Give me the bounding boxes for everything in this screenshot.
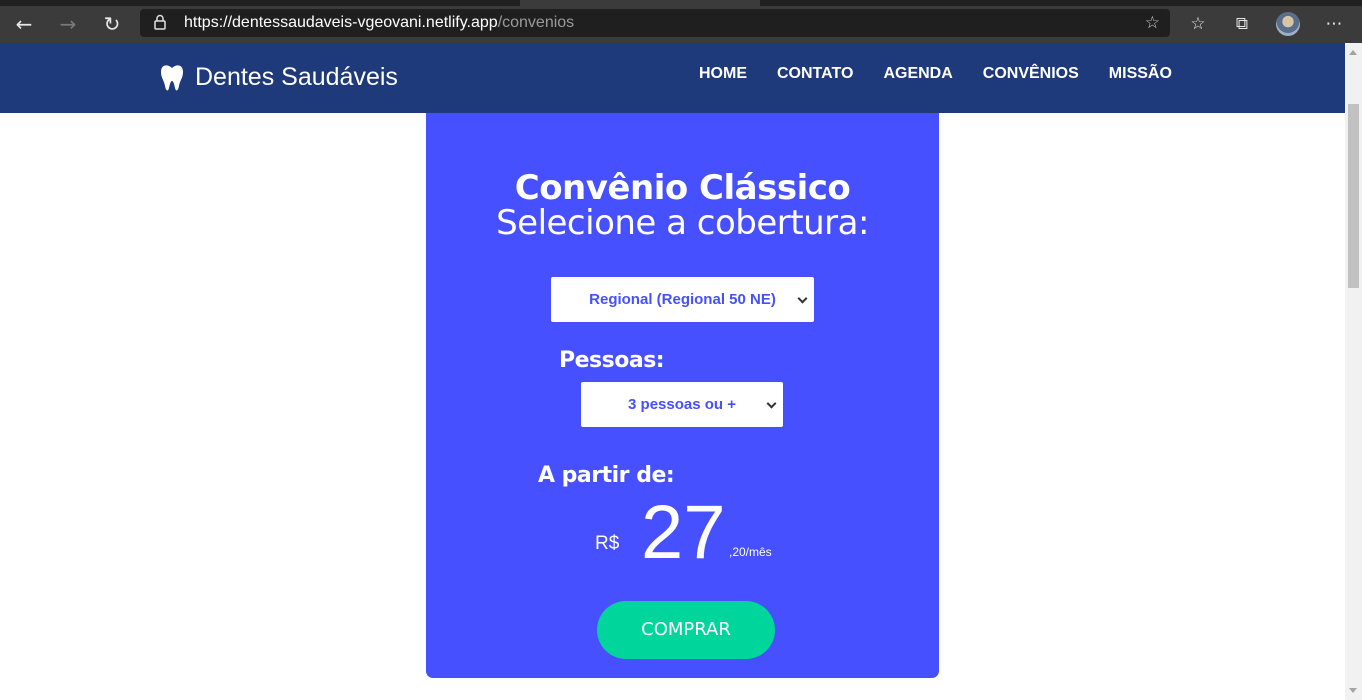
- buy-button[interactable]: COMPRAR: [597, 601, 775, 659]
- site-header: Dentes Saudáveis HOME CONTATO AGENDA CON…: [0, 43, 1345, 113]
- price-from-label: A partir de:: [538, 463, 675, 488]
- price-currency: R$: [595, 533, 620, 554]
- nav-home[interactable]: HOME: [699, 65, 747, 83]
- nav-contato[interactable]: CONTATO: [777, 65, 853, 83]
- tooth-icon: [161, 64, 183, 90]
- add-favorite-icon[interactable]: ☆: [1145, 13, 1160, 33]
- url-path: /convenios: [497, 14, 575, 31]
- scroll-thumb[interactable]: [1348, 104, 1359, 288]
- profile-avatar[interactable]: [1276, 12, 1300, 36]
- url-text: https://dentessaudaveis-vgeovani.netlify…: [184, 14, 574, 32]
- price-decimal: ,20/mês: [729, 545, 772, 559]
- nav-agenda[interactable]: AGENDA: [883, 65, 952, 83]
- page-scrollbar[interactable]: [1345, 43, 1362, 700]
- plan-card: Convênio Clássico Selecione a cobertura:…: [426, 113, 939, 678]
- tab-strip: [0, 0, 1362, 6]
- back-arrow-icon[interactable]: ←: [10, 10, 38, 38]
- coverage-select[interactable]: Regional (Regional 50 NE): [551, 277, 814, 322]
- chevron-down-icon: [797, 293, 808, 304]
- coverage-select-value: Regional (Regional 50 NE): [589, 291, 776, 308]
- collections-icon[interactable]: ⧉: [1228, 10, 1256, 38]
- people-label: Pessoas:: [559, 348, 665, 373]
- nav-convenios[interactable]: CONVÊNIOS: [983, 65, 1079, 83]
- favorites-icon[interactable]: ☆: [1184, 10, 1212, 38]
- more-icon[interactable]: ⋯: [1320, 10, 1348, 38]
- nav-missao[interactable]: MISSÃO: [1109, 65, 1172, 83]
- scroll-down-icon[interactable]: [1349, 688, 1357, 693]
- browser-toolbar: ← → ↻ https://dentessaudaveis-vgeovani.n…: [0, 0, 1362, 43]
- forward-arrow-icon[interactable]: →: [54, 10, 82, 38]
- chevron-down-icon: [766, 398, 777, 409]
- plan-subtitle: Selecione a cobertura:: [496, 203, 869, 243]
- brand-name: Dentes Saudáveis: [195, 63, 398, 91]
- address-bar[interactable]: https://dentessaudaveis-vgeovani.netlify…: [140, 9, 1170, 37]
- plan-title: Convênio Clássico: [514, 168, 851, 208]
- main-nav: HOME CONTATO AGENDA CONVÊNIOS MISSÃO: [699, 65, 1202, 83]
- people-select-value: 3 pessoas ou +: [628, 396, 736, 413]
- lock-icon: [154, 14, 166, 30]
- price-integer: 27: [641, 490, 726, 575]
- url-host: https://dentessaudaveis-vgeovani.netlify…: [184, 14, 498, 31]
- refresh-icon[interactable]: ↻: [98, 10, 126, 38]
- brand-link[interactable]: Dentes Saudáveis: [160, 63, 398, 92]
- active-tab[interactable]: [520, 0, 760, 6]
- people-select[interactable]: 3 pessoas ou +: [581, 382, 783, 427]
- scroll-up-icon[interactable]: [1349, 50, 1357, 55]
